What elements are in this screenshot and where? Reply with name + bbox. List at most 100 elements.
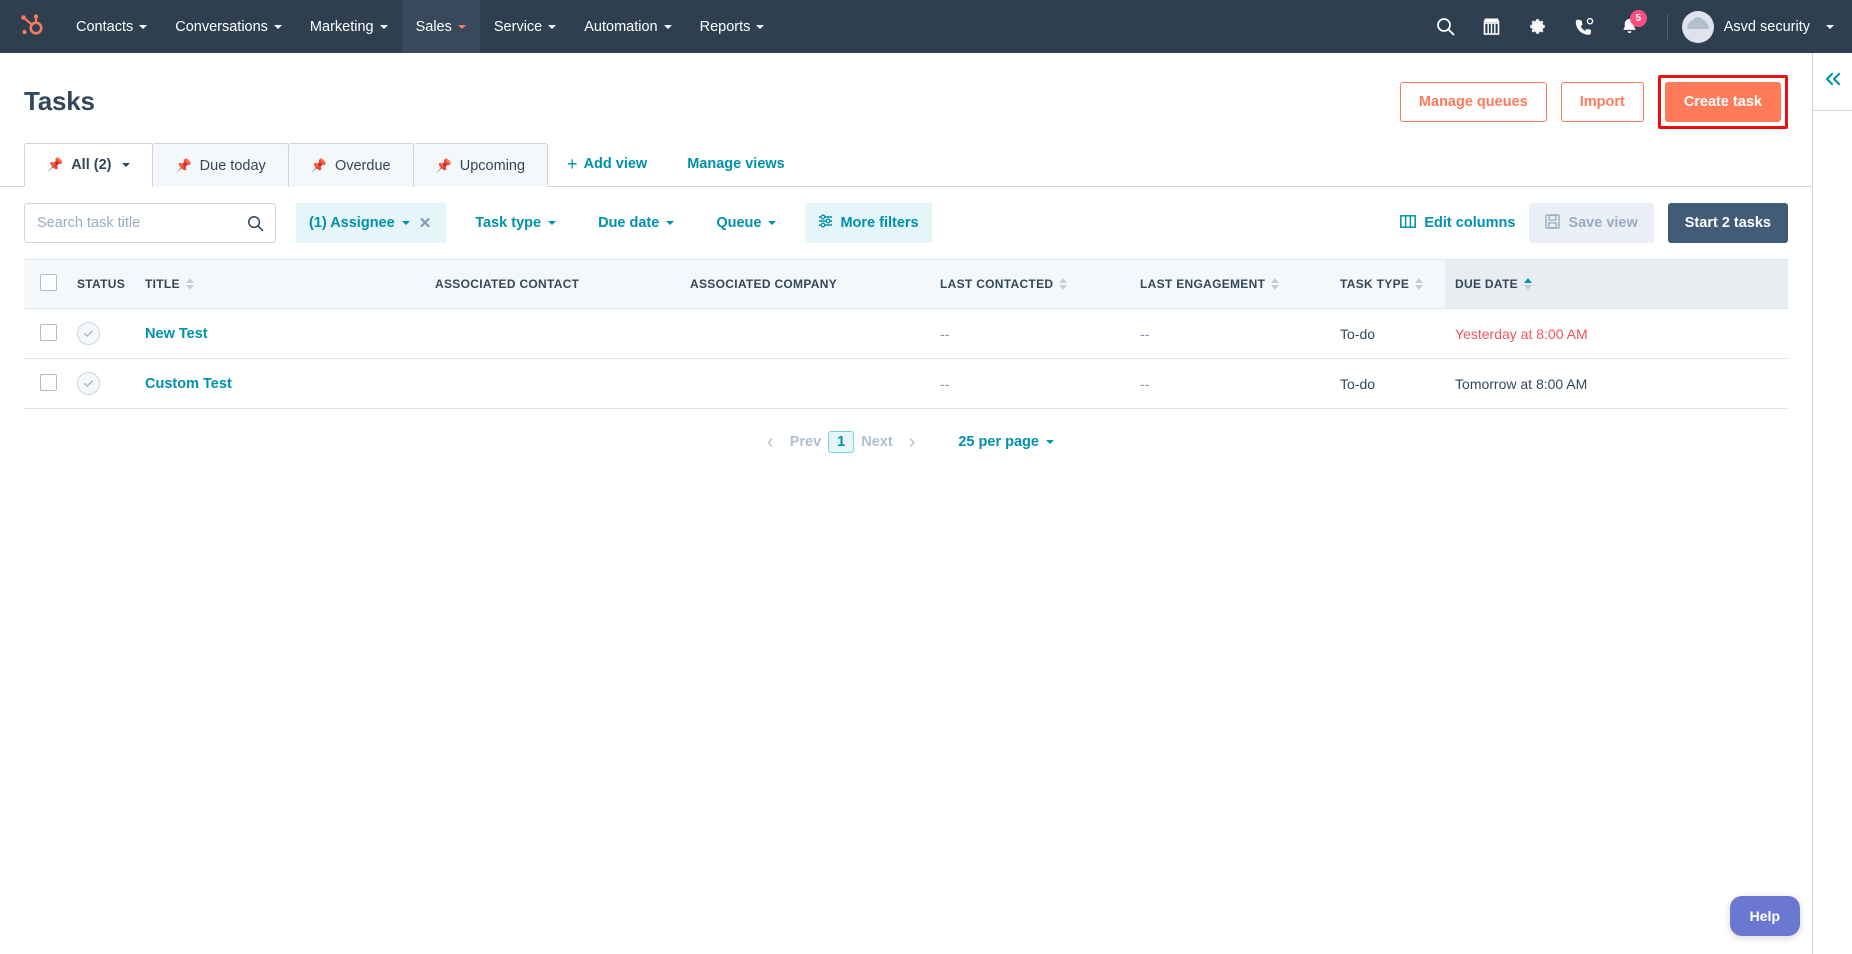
sort-ascending-icon[interactable] — [1524, 278, 1532, 290]
chevron-down-icon — [402, 221, 410, 225]
per-page-label: 25 per page — [958, 434, 1039, 450]
right-rail — [1812, 53, 1852, 954]
search-task-box[interactable] — [24, 203, 276, 243]
filter-task-type[interactable]: Task type — [462, 203, 569, 243]
start-tasks-button[interactable]: Start 2 tasks — [1668, 203, 1788, 243]
prev-page-button[interactable]: Prev — [783, 434, 828, 450]
sliders-icon — [818, 214, 833, 232]
next-page-button[interactable]: Next — [854, 434, 899, 450]
column-label: ASSOCIATED CONTACT — [435, 277, 579, 291]
edit-columns-button[interactable]: Edit columns — [1400, 215, 1515, 232]
settings-button[interactable] — [1515, 0, 1561, 53]
nav-item-conversations[interactable]: Conversations — [161, 0, 296, 53]
select-all-checkbox[interactable] — [40, 274, 57, 291]
hubspot-logo-button[interactable] — [0, 0, 62, 53]
page-header: Tasks Manage queues Import Create task — [0, 53, 1812, 128]
filter-assignee[interactable]: (1) Assignee ✕ — [296, 203, 446, 243]
row-select-cell[interactable] — [24, 359, 67, 409]
phone-call-icon — [1574, 17, 1594, 37]
save-view-button[interactable]: Save view — [1529, 203, 1653, 243]
marketplace-button[interactable] — [1469, 0, 1515, 53]
import-button[interactable]: Import — [1561, 82, 1644, 122]
column-header-title[interactable]: TITLE — [135, 260, 425, 309]
row-title-cell[interactable]: New Test — [135, 309, 425, 359]
row-status-cell[interactable] — [67, 309, 135, 359]
notification-count-badge: 5 — [1630, 10, 1647, 27]
tab-due-today[interactable]: 📌 Due today — [152, 143, 288, 187]
column-header-task-type[interactable]: TASK TYPE — [1330, 260, 1445, 309]
nav-item-automation[interactable]: Automation — [570, 0, 685, 53]
row-checkbox[interactable] — [40, 374, 57, 391]
pin-icon: 📌 — [47, 157, 63, 173]
tab-overdue[interactable]: 📌 Overdue — [288, 143, 414, 187]
column-header-due-date[interactable]: DUE DATE — [1445, 260, 1788, 309]
column-header-associated-contact[interactable]: ASSOCIATED CONTACT — [425, 260, 680, 309]
filter-queue[interactable]: Queue — [703, 203, 789, 243]
account-menu-button[interactable]: Asvd security — [1682, 11, 1834, 43]
nav-item-contacts[interactable]: Contacts — [62, 0, 161, 53]
next-page-arrow-icon[interactable]: › — [900, 432, 925, 452]
complete-task-icon[interactable] — [77, 372, 100, 395]
select-all-header[interactable] — [24, 260, 67, 309]
column-header-status[interactable]: STATUS — [67, 260, 135, 309]
task-title-link[interactable]: New Test — [145, 326, 208, 342]
global-search-button[interactable] — [1423, 0, 1469, 53]
collapse-panel-button[interactable] — [1813, 53, 1852, 111]
nav-label: Service — [494, 19, 542, 35]
pin-icon: 📌 — [436, 158, 452, 174]
filter-due-date[interactable]: Due date — [585, 203, 687, 243]
manage-views-button[interactable]: Manage views — [667, 142, 805, 186]
tab-all[interactable]: 📌 All (2) — [24, 143, 153, 187]
nav-item-reports[interactable]: Reports — [686, 0, 779, 53]
column-header-last-engagement[interactable]: LAST ENGAGEMENT — [1130, 260, 1330, 309]
pin-icon: 📌 — [175, 158, 191, 174]
sort-toggle-icon[interactable] — [1271, 278, 1279, 290]
row-task-type-cell: To-do — [1330, 359, 1445, 409]
column-label: TASK TYPE — [1340, 277, 1409, 291]
phone-call-button[interactable] — [1561, 0, 1607, 53]
search-input[interactable] — [25, 204, 275, 242]
prev-page-arrow-icon[interactable]: ‹ — [758, 432, 783, 452]
clear-assignee-filter-icon[interactable]: ✕ — [417, 214, 434, 232]
column-header-associated-company[interactable]: ASSOCIATED COMPANY — [680, 260, 930, 309]
manage-views-label: Manage views — [687, 156, 785, 172]
per-page-dropdown[interactable]: 25 per page — [958, 434, 1054, 450]
tasks-table-container: STATUS TITLE ASSOCIATED CONTACT — [0, 259, 1812, 475]
sort-toggle-icon[interactable] — [1059, 278, 1067, 290]
nav-item-service[interactable]: Service — [480, 0, 570, 53]
filter-assignee-label: (1) Assignee — [309, 215, 395, 231]
nav-item-marketing[interactable]: Marketing — [296, 0, 402, 53]
row-status-cell[interactable] — [67, 359, 135, 409]
nav-item-sales[interactable]: Sales — [402, 0, 480, 53]
chevron-down-icon — [1826, 25, 1834, 29]
row-title-cell[interactable]: Custom Test — [135, 359, 425, 409]
row-last-contacted-cell: -- — [930, 359, 1130, 409]
tab-upcoming[interactable]: 📌 Upcoming — [413, 143, 548, 187]
row-associated-contact-cell — [425, 309, 680, 359]
filter-bar-actions: Edit columns Save view Start 2 tasks — [1400, 203, 1788, 243]
create-task-button[interactable]: Create task — [1665, 82, 1781, 122]
row-due-date-cell: Yesterday at 8:00 AM — [1445, 309, 1788, 359]
tab-label: Due today — [200, 158, 266, 174]
notifications-button[interactable]: 5 — [1607, 0, 1653, 53]
row-checkbox[interactable] — [40, 324, 57, 341]
help-button[interactable]: Help — [1730, 896, 1800, 936]
table-row[interactable]: New Test -- -- To-do Yesterday at 8:00 A… — [24, 309, 1788, 359]
sort-toggle-icon[interactable] — [186, 278, 194, 290]
task-title-link[interactable]: Custom Test — [145, 376, 232, 392]
search-icon[interactable] — [247, 215, 264, 237]
columns-icon — [1400, 215, 1416, 232]
nav-label: Sales — [416, 19, 452, 35]
column-header-last-contacted[interactable]: LAST CONTACTED — [930, 260, 1130, 309]
row-select-cell[interactable] — [24, 309, 67, 359]
page-number-1[interactable]: 1 — [828, 431, 854, 453]
row-due-date-cell: Tomorrow at 8:00 AM — [1445, 359, 1788, 409]
manage-queues-button[interactable]: Manage queues — [1400, 82, 1547, 122]
column-label: STATUS — [77, 277, 125, 291]
complete-task-icon[interactable] — [77, 322, 100, 345]
add-view-button[interactable]: + Add view — [547, 142, 667, 186]
nav-divider — [1667, 14, 1668, 40]
more-filters-button[interactable]: More filters — [805, 203, 931, 243]
table-row[interactable]: Custom Test -- -- To-do Tomorrow at 8:00… — [24, 359, 1788, 409]
sort-toggle-icon[interactable] — [1415, 278, 1423, 290]
